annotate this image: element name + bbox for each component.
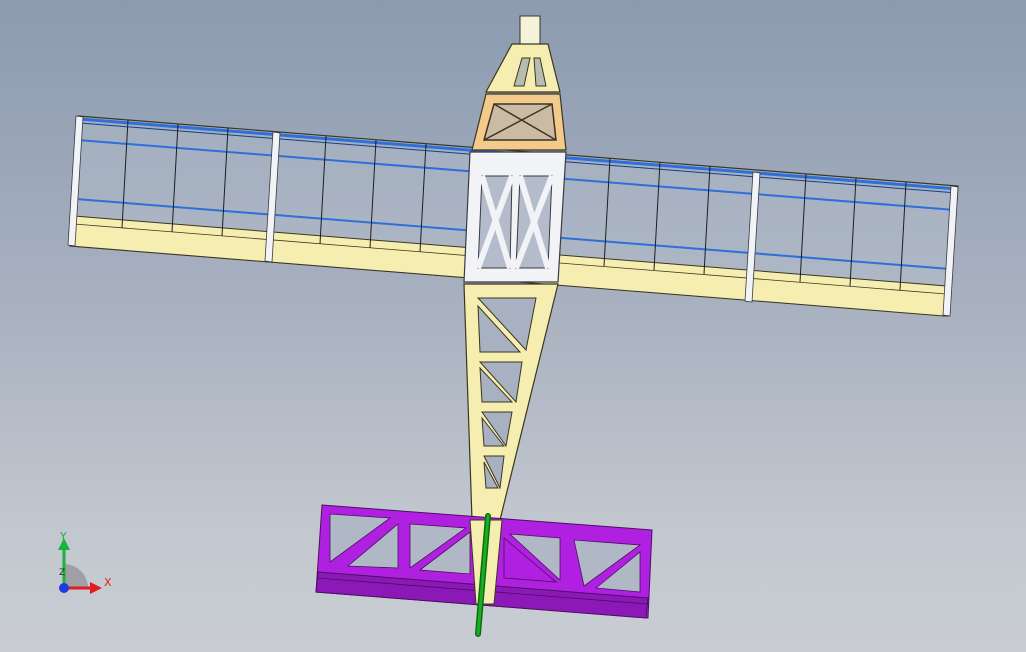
z-axis-label: Z — [59, 568, 66, 578]
y-axis-label: Y — [60, 530, 67, 543]
fuselage[interactable] — [463, 15, 567, 521]
coordinate-triad: Y X Z — [40, 528, 130, 608]
airplane-model[interactable] — [0, 0, 1026, 652]
nose-block-cross — [483, 103, 557, 141]
motor-mount — [519, 15, 541, 47]
x-axis-arrow-icon — [90, 582, 102, 594]
cad-viewport[interactable]: Y X Z — [0, 0, 1026, 652]
z-axis-dot-icon — [59, 583, 69, 593]
triad-graphic — [58, 538, 102, 594]
triad-rotation-arc-icon — [64, 564, 88, 588]
x-axis-label: X — [104, 576, 112, 589]
